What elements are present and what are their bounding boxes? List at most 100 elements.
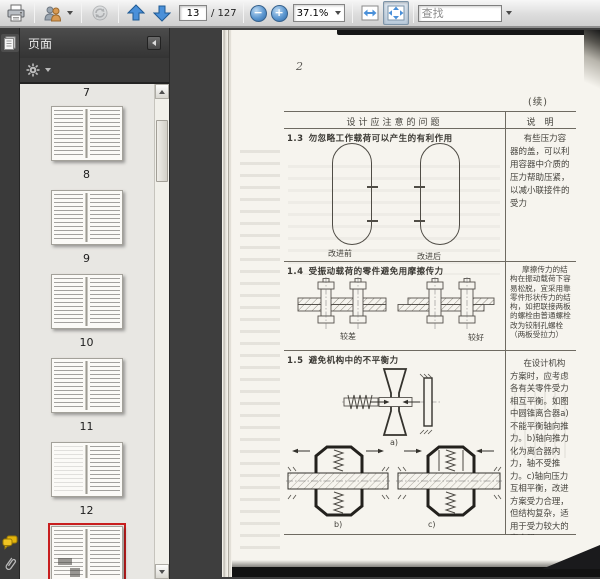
thumb-left-page — [53, 530, 83, 577]
book-spine-edge — [222, 30, 232, 577]
attachments-panel-icon[interactable] — [1, 555, 19, 573]
thumbnail-preview — [50, 274, 123, 329]
people-icon — [43, 4, 63, 22]
fit-width-icon — [361, 5, 379, 21]
collapse-panel-button[interactable] — [147, 36, 161, 50]
column-header-note: 说明 — [526, 118, 563, 128]
thumbnail-label[interactable]: 11 — [80, 420, 94, 433]
panel-header: 页面 — [20, 28, 169, 58]
thumb-spine — [85, 277, 88, 326]
figure-label-c: c) — [428, 520, 436, 529]
table-column-divider — [505, 112, 506, 534]
thumbnail-page-10[interactable] — [48, 271, 126, 332]
thumb-left-page — [53, 278, 83, 325]
page-curl-top-right — [584, 30, 600, 125]
cone-clutch-b-figure — [286, 445, 390, 517]
thumbnail-page-9[interactable] — [48, 187, 126, 248]
table-header-row: 设计应注意的问题 说明 — [284, 112, 576, 129]
section-id: 1.5 — [287, 356, 304, 366]
problem-cell: 1.5 避免机构中的不平衡力 a) b) c) — [284, 351, 505, 535]
printed-page-number: 2 — [296, 60, 303, 73]
page-number-input[interactable] — [179, 5, 207, 21]
thumbnail-label[interactable]: 8 — [83, 168, 90, 181]
thumbnail-label[interactable]: 12 — [80, 504, 94, 517]
print-button[interactable] — [2, 1, 30, 25]
page-curl-bottom-right — [542, 545, 600, 569]
gear-icon — [26, 63, 40, 77]
design-table: 设计应注意的问题 说明 1.3 勿忽略工作载荷可以产生的有利作用 改进前 改进后… — [284, 111, 576, 535]
fit-width-button[interactable] — [357, 1, 383, 25]
zoom-level-value: 37.1% — [296, 7, 329, 19]
weld-tick — [367, 220, 378, 222]
ink-bleedthrough — [240, 150, 280, 550]
pdf-viewer-window: / 127 − + 37.1% — [0, 0, 600, 579]
thumbnail-label[interactable]: 9 — [83, 252, 90, 265]
weld-tick — [367, 186, 378, 188]
thumbnail-page-12[interactable] — [48, 439, 126, 500]
next-page-button[interactable] — [149, 1, 175, 25]
sync-disabled-button — [86, 1, 114, 25]
search-options-dropdown[interactable] — [502, 5, 515, 22]
pages-panel-icon[interactable] — [0, 34, 19, 52]
thumb-spine — [85, 193, 88, 242]
arrow-up-icon — [127, 4, 145, 22]
collaborate-button[interactable] — [39, 1, 77, 25]
printer-icon — [6, 4, 26, 22]
thumbnail-page-11[interactable] — [48, 355, 126, 416]
section-title-text: 受振动载荷的零件避免用摩擦传力 — [308, 267, 444, 277]
cone-clutch-a-figure — [342, 368, 440, 436]
zoom-level-select[interactable]: 37.1% — [292, 4, 345, 22]
arrow-down-icon — [153, 4, 171, 22]
thumb-left-page — [53, 446, 83, 493]
comments-panel-icon[interactable] — [1, 533, 19, 551]
section-id: 1.3 — [287, 134, 304, 144]
scroll-up-button[interactable] — [155, 84, 169, 99]
toolbar-separator — [351, 3, 353, 23]
document-page: 2 (续) 设计应注意的问题 说明 1.3 勿忽略工作载荷可以产生的有利作用 改… — [232, 30, 600, 577]
scroll-up-icon — [159, 89, 165, 94]
toolbar-separator — [412, 3, 414, 23]
zoom-in-button[interactable]: + — [270, 4, 288, 22]
thumbnail-label[interactable]: 10 — [80, 336, 94, 349]
thumbnail-page-8[interactable] — [48, 103, 126, 164]
thumb-right-page — [90, 194, 120, 241]
thumb-left-page — [53, 362, 83, 409]
thumbnail-label[interactable]: 7 — [83, 86, 90, 99]
note-text: 摩擦传力的结构在振动载荷下容易松脱，宜采用靠零件形状传力的结构，如把联接两板的螺… — [510, 265, 571, 340]
thumb-spine — [85, 109, 88, 158]
scroll-down-button[interactable] — [155, 564, 169, 579]
continued-label: (续) — [528, 97, 548, 108]
figure-label-after: 改进后 — [417, 252, 441, 261]
toolbar-separator — [242, 3, 244, 23]
thumbnail-preview — [50, 106, 123, 161]
thumb-left-page — [53, 194, 83, 241]
previous-page-button[interactable] — [123, 1, 149, 25]
fit-page-icon — [387, 5, 405, 21]
problem-cell: 1.3 勿忽略工作载荷可以产生的有利作用 改进前 改进后 — [284, 129, 505, 261]
thumb-spine — [85, 529, 88, 578]
thumbnail-page-13-selected[interactable] — [47, 523, 126, 579]
pages-panel: 页面 7 8 9 10 11 12 — [20, 28, 170, 579]
scrollbar-thumb[interactable] — [156, 120, 168, 182]
chevron-down-icon — [334, 11, 341, 15]
chevron-down-icon — [506, 11, 513, 15]
document-view[interactable]: 2 (续) 设计应注意的问题 说明 1.3 勿忽略工作载荷可以产生的有利作用 改… — [170, 28, 600, 579]
scan-bottom-shadow — [232, 560, 600, 567]
thumb-right-page — [90, 446, 120, 493]
panel-title: 页面 — [28, 36, 53, 51]
sync-icon — [90, 4, 110, 22]
panel-toolbar — [20, 58, 169, 84]
fit-page-button[interactable] — [382, 1, 409, 25]
bolt-joint-better-figure — [397, 277, 495, 329]
zoom-out-button[interactable]: − — [249, 4, 267, 22]
options-gear-button[interactable] — [26, 63, 51, 77]
problem-cell: 1.4 受振动载荷的零件避免用摩擦传力 较差 较好 — [284, 262, 505, 350]
toolbar: / 127 − + 37.1% — [0, 0, 600, 28]
thumb-right-page — [90, 530, 120, 577]
figure-label-worse: 较差 — [340, 332, 356, 341]
thumbnail-scrollbar[interactable] — [154, 84, 169, 579]
thumbnail-preview — [50, 190, 123, 245]
search-input[interactable] — [417, 4, 502, 22]
thumbnail-list: 7 8 9 10 11 12 — [20, 84, 169, 579]
section-title: 1.4 受振动载荷的零件避免用摩擦传力 — [287, 265, 444, 277]
